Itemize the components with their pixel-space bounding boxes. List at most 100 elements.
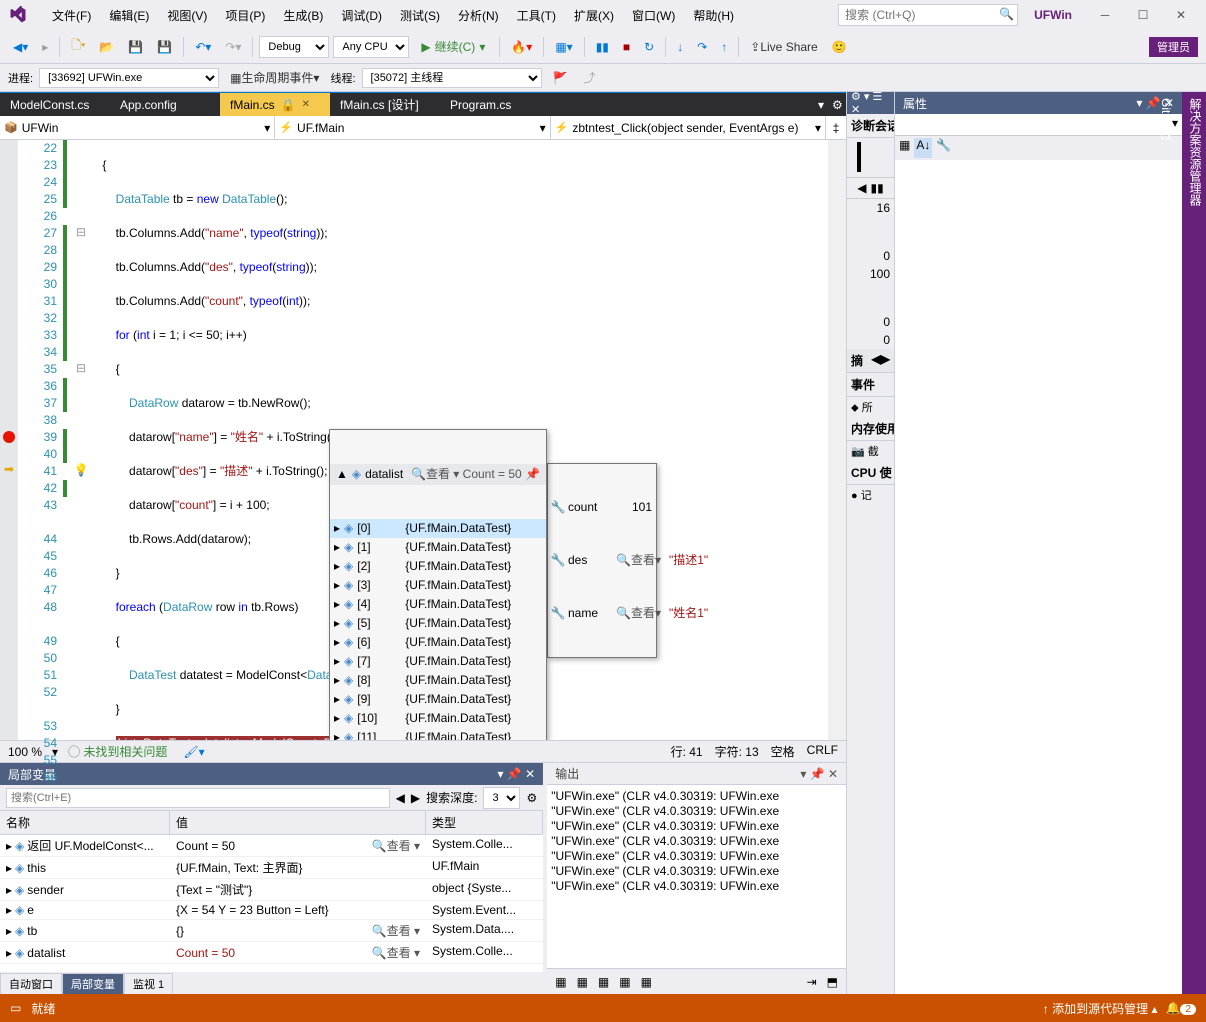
notifications-button[interactable]: 🔔2 <box>1165 1001 1196 1015</box>
tab-autos[interactable]: 自动窗口 <box>0 973 62 994</box>
output-text[interactable]: "UFWin.exe" (CLR v4.0.30319: UFWin.exe"U… <box>547 785 846 968</box>
split-view-button[interactable]: ‡ <box>826 121 846 135</box>
maximize-button[interactable]: ☐ <box>1126 2 1160 28</box>
search-icon[interactable]: 🔍 <box>999 7 1014 21</box>
datatip-prop-count[interactable]: 🔧count101 <box>548 498 656 517</box>
datatip-item[interactable]: ▸◈[8]{UF.fMain.DataTest} <box>330 671 546 690</box>
properties-header[interactable]: 属性▾ 📌 ✕ <box>895 92 1182 114</box>
break-all-button[interactable]: ▮▮ <box>591 35 614 59</box>
close-icon[interactable]: ✕ <box>302 99 310 110</box>
menu-help[interactable]: 帮助(H) <box>685 2 742 28</box>
tab-program[interactable]: Program.cs <box>440 93 550 116</box>
datatip-header[interactable]: ▲◈datalist 🔍查看 ▾ Count = 50 📌 <box>330 464 546 485</box>
pin-icon[interactable]: ▾ 📌 ✕ <box>800 767 838 781</box>
menu-file[interactable]: 文件(F) <box>44 2 99 28</box>
datatip-item[interactable]: ▸◈[1]{UF.fMain.DataTest} <box>330 538 546 557</box>
pin-icon[interactable]: 🔒 <box>281 98 296 112</box>
datatip-item[interactable]: ▸◈[6]{UF.fMain.DataTest} <box>330 633 546 652</box>
side-tab-git[interactable]: Git 更改 <box>1158 98 1175 988</box>
diag-pause[interactable]: ▮▮ <box>871 181 884 195</box>
ts-btn-pin[interactable]: ⇥ <box>803 973 821 991</box>
save-all-button[interactable]: 💾 <box>152 35 177 59</box>
scroll-map[interactable] <box>828 140 846 740</box>
locals-row[interactable]: ▸ ◈ e{X = 54 Y = 23 Button = Left}System… <box>0 901 543 920</box>
tab-fmain[interactable]: fMain.cs🔒✕ <box>220 93 330 116</box>
locals-opts-icon[interactable]: ⚙ <box>526 791 537 805</box>
locals-row[interactable]: ▸ ◈ 返回 UF.ModelConst<...Count = 50🔍查看 ▾S… <box>0 835 543 857</box>
code-editor[interactable]: ➡ 22232425262728293031323334353637383940… <box>0 140 846 740</box>
pin-icon[interactable]: ▾ 📌 ✕ <box>498 767 536 781</box>
stack-frame-button[interactable]: 🚩 <box>548 66 573 90</box>
ts-btn-2[interactable]: ▦ <box>573 973 592 991</box>
ts-btn-dock[interactable]: ⬒ <box>823 973 842 991</box>
breakpoint-gutter[interactable]: ➡ <box>0 140 18 740</box>
output-header[interactable]: 输出▾ 📌 ✕ <box>547 763 846 785</box>
menu-extensions[interactable]: 扩展(X) <box>566 2 622 28</box>
datatip-item[interactable]: ▸◈[3]{UF.fMain.DataTest} <box>330 576 546 595</box>
stack-frame-up[interactable]: ⤴ <box>578 66 600 90</box>
tool-options-icon[interactable]: ⚙ <box>832 93 846 116</box>
breakpoint-icon[interactable] <box>3 431 15 443</box>
locals-row[interactable]: ▸ ◈ tb{}🔍查看 ▾System.Data.... <box>0 920 543 942</box>
datatip-item[interactable]: ▸◈[9]{UF.fMain.DataTest} <box>330 690 546 709</box>
crumb-member[interactable]: ⚡ zbtntest_Click(object sender, EventArg… <box>551 116 826 139</box>
quick-search-input[interactable] <box>838 4 1018 26</box>
eol-indicator[interactable]: CRLF <box>807 743 838 760</box>
menu-test[interactable]: 测试(S) <box>392 2 448 28</box>
properties-combo[interactable]: ▾ <box>895 114 1182 136</box>
diag-button[interactable]: ▦▾ <box>550 35 577 59</box>
datatip-item[interactable]: ▸◈[7]{UF.fMain.DataTest} <box>330 652 546 671</box>
restart-button[interactable]: ↻ <box>639 35 659 59</box>
lifecycle-button[interactable]: ▦ 生命周期事件 ▾ <box>225 66 324 90</box>
new-project-button[interactable]: 🗋▾ <box>66 35 90 59</box>
nav-back-button[interactable]: ◀▾ <box>8 35 33 59</box>
undo-button[interactable]: ↶▾ <box>190 35 216 59</box>
tab-locals[interactable]: 局部变量 <box>62 973 124 994</box>
categorize-button[interactable]: ▦ <box>899 138 910 158</box>
menu-build[interactable]: 生成(B) <box>275 2 331 28</box>
open-file-button[interactable]: 📂 <box>94 35 119 59</box>
prev-button[interactable]: ◀ <box>396 791 405 805</box>
crumb-project[interactable]: 📦 UFWin▾ <box>0 116 275 139</box>
depth-combo[interactable]: 3 <box>483 787 520 809</box>
tab-overflow-button[interactable]: ▾ <box>818 93 832 116</box>
locals-table[interactable]: 名称 值 类型 ▸ ◈ 返回 UF.ModelConst<...Count = … <box>0 811 543 972</box>
props-wrench-icon[interactable]: 🔧 <box>936 138 951 158</box>
ts-btn-3[interactable]: ▦ <box>594 973 613 991</box>
stop-button[interactable]: ■ <box>618 35 635 59</box>
next-button[interactable]: ▶ <box>411 791 420 805</box>
diagnostics-strip[interactable]: ⚙ ▾ ☰ ✕ 诊断会话 ◀▮▮ 16 0 100 0 0 摘◀▶ 事件 ⬥ 所… <box>847 92 895 994</box>
datatip-prop-name[interactable]: 🔧name🔍查看▾"姓名1" <box>548 604 656 623</box>
indent-indicator[interactable]: 空格 <box>771 743 795 760</box>
menu-edit[interactable]: 编辑(E) <box>101 2 157 28</box>
tab-appconfig[interactable]: App.config <box>110 93 220 116</box>
menu-tools[interactable]: 工具(T) <box>509 2 564 28</box>
datatip-props[interactable]: 🔧count101 🔧des🔍查看▾"描述1" 🔧name🔍查看▾"姓名1" <box>547 463 657 658</box>
tab-modelconst[interactable]: ModelConst.cs <box>0 93 110 116</box>
issues-indicator[interactable]: ◯ 未找到相关问题 <box>68 743 167 760</box>
locals-row[interactable]: ▸ ◈ this{UF.fMain, Text: 主界面}UF.fMain <box>0 857 543 879</box>
nav-fwd-button[interactable]: ▸ <box>37 35 53 59</box>
live-share-button[interactable]: ⇪ Live Share <box>745 35 822 59</box>
continue-button[interactable]: ▶ 继续(C) ▾ <box>413 35 493 59</box>
menu-project[interactable]: 项目(P) <box>217 2 273 28</box>
datatip-popup[interactable]: ▲◈datalist 🔍查看 ▾ Count = 50 📌 ▸◈[0]{UF.f… <box>329 429 547 740</box>
tab-fmain-design[interactable]: fMain.cs [设计] <box>330 93 440 116</box>
close-button[interactable]: ✕ <box>1164 2 1198 28</box>
step-into-button[interactable]: ↓ <box>672 35 688 59</box>
brush-button[interactable]: 🖌▾ <box>183 745 204 759</box>
locals-search-input[interactable] <box>6 788 390 808</box>
menu-view[interactable]: 视图(V) <box>159 2 215 28</box>
datatip-item[interactable]: ▸◈[2]{UF.fMain.DataTest} <box>330 557 546 576</box>
datatip-item[interactable]: ▸◈[0]{UF.fMain.DataTest} <box>330 519 546 538</box>
side-tab-solution[interactable]: 解决方案资源管理器 <box>1187 98 1204 988</box>
config-combo[interactable]: Debug <box>259 36 329 58</box>
ts-btn-1[interactable]: ▦ <box>551 973 570 991</box>
locals-row[interactable]: ▸ ◈ sender{Text = "测试"}object {Syste... <box>0 879 543 901</box>
hot-reload-button[interactable]: 🔥▾ <box>506 35 537 59</box>
crumb-class[interactable]: ⚡ UF.fMain▾ <box>275 116 550 139</box>
locals-header[interactable]: 局部变量▾ 📌 ✕ <box>0 763 543 785</box>
process-combo[interactable]: [33692] UFWin.exe <box>39 68 219 88</box>
code-text[interactable]: { DataTable tb = new DataTable(); tb.Col… <box>89 140 846 740</box>
thread-combo[interactable]: [35072] 主线程 <box>362 68 542 88</box>
